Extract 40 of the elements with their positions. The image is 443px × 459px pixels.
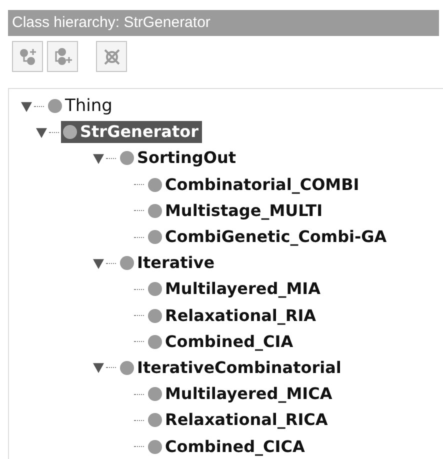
class-node[interactable]: Iterative (118, 252, 218, 274)
class-node[interactable]: Multilayered_MIA (146, 278, 324, 300)
add-subclass-button[interactable] (12, 41, 43, 72)
class-node[interactable]: IterativeCombinatorial (118, 356, 344, 379)
add-sibling-icon (52, 46, 72, 66)
class-circle-icon (148, 204, 162, 218)
class-node[interactable]: CombiGenetic_Combi-GA (146, 226, 390, 248)
class-node[interactable]: Multistage_MULTI (146, 200, 326, 222)
class-node[interactable]: Combined_CIA (146, 330, 296, 353)
class-circle-icon (148, 282, 162, 296)
collapse-arrow-icon[interactable] (36, 126, 47, 138)
class-node[interactable]: Relaxational_RIA (146, 304, 320, 327)
add-sibling-button[interactable] (47, 41, 78, 72)
collapse-arrow-icon[interactable] (21, 100, 32, 112)
add-subclass-icon (18, 46, 38, 66)
class-circle-icon (148, 308, 162, 323)
class-circle-icon (48, 99, 62, 114)
class-circle-icon (148, 334, 162, 349)
class-node[interactable]: Thing (46, 95, 116, 118)
class-node[interactable]: StrGenerator (61, 121, 202, 144)
class-node[interactable]: SortingOut (118, 147, 240, 170)
class-circle-icon (120, 360, 134, 375)
class-node[interactable]: Combined_CICA (146, 436, 308, 458)
class-circle-icon (148, 413, 162, 428)
class-node[interactable]: Combinatorial_COMBI (146, 174, 362, 196)
panel-title: Class hierarchy: StrGenerator (8, 10, 439, 36)
class-circle-icon (148, 387, 162, 402)
class-circle-icon (148, 178, 162, 192)
class-circle-icon (148, 230, 162, 244)
class-circle-icon (120, 151, 134, 166)
collapse-arrow-icon[interactable] (93, 362, 104, 374)
delete-class-button[interactable] (96, 41, 127, 72)
collapse-arrow-icon[interactable] (93, 258, 104, 269)
class-circle-icon (63, 125, 77, 140)
class-node[interactable]: Multilayered_MICA (146, 383, 336, 406)
delete-class-icon (102, 46, 122, 66)
class-circle-icon (120, 256, 134, 270)
collapse-arrow-icon[interactable] (93, 152, 104, 164)
class-circle-icon (148, 440, 162, 454)
class-node[interactable]: Relaxational_RICA (146, 409, 331, 432)
